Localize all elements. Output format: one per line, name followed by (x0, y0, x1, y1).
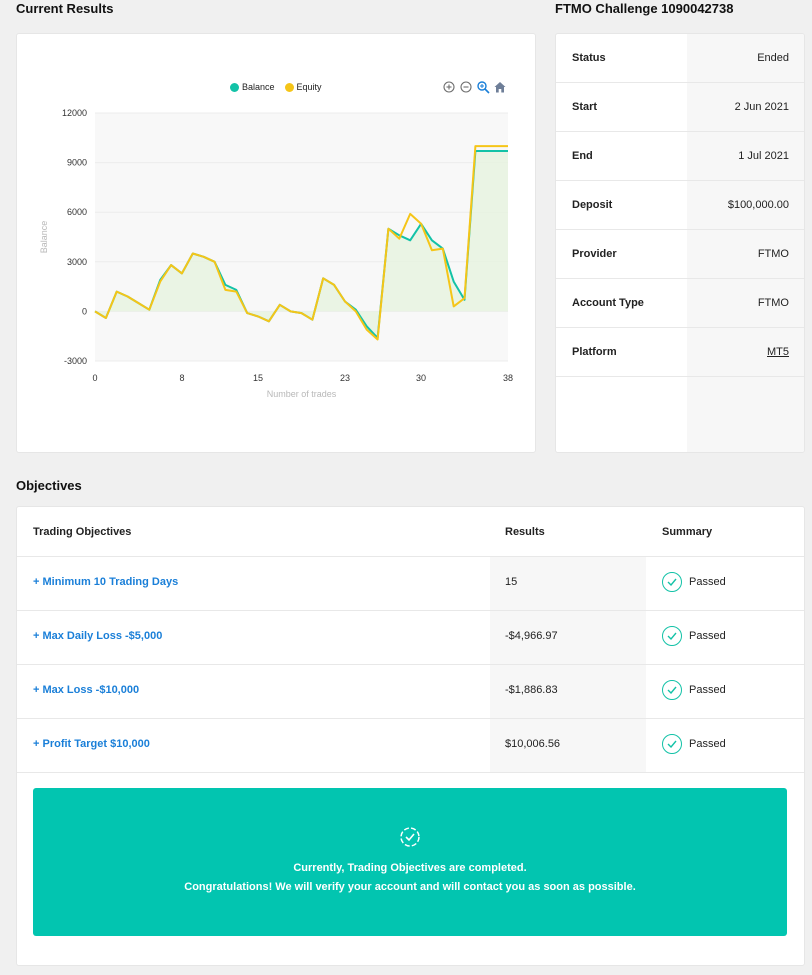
summary-status: Passed (689, 576, 726, 588)
info-value: Ended (757, 52, 789, 64)
objective-result: -$1,886.83 (505, 684, 558, 696)
divider (17, 772, 804, 773)
summary-status: Passed (689, 684, 726, 696)
legend-balance-label: Balance (242, 82, 275, 92)
info-value: 2 Jun 2021 (734, 101, 789, 113)
legend-item-equity[interactable]: Equity (284, 82, 322, 92)
banner-line-2: Congratulations! We will verify your acc… (184, 881, 636, 893)
check-badge-icon (399, 826, 421, 853)
y-tick-label: 12000 (62, 108, 87, 118)
check-circle-icon (662, 680, 682, 700)
header-results: Results (505, 526, 545, 538)
x-tick-label: 8 (179, 373, 184, 383)
objective-summary: Passed (662, 572, 726, 592)
results-chart-card: 12000 9000 6000 3000 0 -3000 0 8 15 23 30 38 Number … (16, 33, 536, 453)
info-value: FTMO (757, 297, 789, 309)
home-icon[interactable] (493, 80, 507, 94)
check-circle-icon (662, 572, 682, 592)
x-axis-label: Number of trades (267, 389, 337, 399)
objective-min-trading-days-link[interactable]: + Minimum 10 Trading Days (33, 576, 178, 588)
info-label: Account Type (572, 297, 644, 309)
info-value: 1 Jul 2021 (738, 150, 789, 162)
objectives-completed-banner: Currently, Trading Objectives are comple… (33, 788, 787, 936)
x-tick-label: 0 (92, 373, 97, 383)
info-label: End (572, 150, 593, 162)
info-row-start: Start 2 Jun 2021 (556, 83, 804, 132)
x-tick-label: 30 (416, 373, 426, 383)
objective-max-loss-link[interactable]: + Max Loss -$10,000 (33, 684, 139, 696)
plot-background (95, 113, 508, 361)
y-tick-label: 6000 (67, 207, 87, 217)
objective-result: -$4,966.97 (505, 630, 558, 642)
objectives-title: Objectives (16, 478, 82, 493)
info-label: Platform (572, 346, 617, 358)
balance-dot-icon (230, 82, 239, 92)
info-value: $100,000.00 (727, 199, 789, 211)
info-label: Provider (572, 248, 617, 260)
legend-item-balance[interactable]: Balance (230, 82, 275, 92)
check-circle-icon (662, 734, 682, 754)
info-label: Start (572, 101, 598, 113)
info-row-account-type: Account Type FTMO (556, 279, 804, 328)
balance-chart: 12000 9000 6000 3000 0 -3000 0 8 15 23 30 38 Number … (39, 108, 513, 399)
objective-result: 15 (505, 576, 518, 588)
challenge-info-card: Status Ended Start 2 Jun 2021 End 1 Jul … (555, 33, 805, 453)
info-row-status: Status Ended (556, 34, 804, 83)
header-trading-objectives: Trading Objectives (33, 526, 132, 538)
objective-profit-target-link[interactable]: + Profit Target $10,000 (33, 738, 150, 750)
info-row-end: End 1 Jul 2021 (556, 132, 804, 181)
y-tick-label: 3000 (67, 257, 87, 267)
check-circle-icon (662, 626, 682, 646)
y-axis-label: Balance (39, 221, 49, 254)
divider (17, 610, 804, 611)
objective-summary: Passed (662, 626, 726, 646)
objective-summary: Passed (662, 680, 726, 700)
divider (17, 718, 804, 719)
header-summary: Summary (662, 526, 713, 538)
y-tick-label: 9000 (67, 158, 87, 168)
x-tick-label: 38 (503, 373, 513, 383)
y-tick-label: -3000 (64, 356, 87, 366)
objectives-card: Trading Objectives Results Summary + Min… (16, 506, 805, 966)
legend-equity-label: Equity (296, 82, 322, 92)
objective-summary: Passed (662, 734, 726, 754)
chart-legend: Balance Equity (230, 82, 322, 92)
banner-line-1: Currently, Trading Objectives are comple… (293, 862, 527, 874)
chart-toolbar (442, 80, 507, 94)
summary-status: Passed (689, 630, 726, 642)
zoom-out-icon[interactable] (459, 80, 473, 94)
current-results-title: Current Results (16, 1, 114, 16)
objective-result: $10,006.56 (505, 738, 561, 750)
info-label: Status (572, 52, 606, 64)
summary-status: Passed (689, 738, 726, 750)
info-label: Deposit (572, 199, 613, 211)
divider (17, 664, 804, 665)
objective-max-daily-loss-link[interactable]: + Max Daily Loss -$5,000 (33, 630, 162, 642)
equity-dot-icon (284, 82, 294, 92)
info-value: FTMO (757, 248, 789, 260)
divider (17, 556, 804, 557)
y-tick-label: 0 (82, 306, 87, 316)
platform-link[interactable]: MT5 (767, 346, 789, 358)
info-row-platform: Platform MT5 (556, 328, 804, 377)
magnify-icon[interactable] (476, 80, 490, 94)
challenge-title: FTMO Challenge 1090042738 (555, 1, 734, 16)
info-row-deposit: Deposit $100,000.00 (556, 181, 804, 230)
x-tick-label: 15 (253, 373, 263, 383)
x-tick-label: 23 (340, 373, 350, 383)
zoom-in-icon[interactable] (442, 80, 456, 94)
info-row-provider: Provider FTMO (556, 230, 804, 279)
